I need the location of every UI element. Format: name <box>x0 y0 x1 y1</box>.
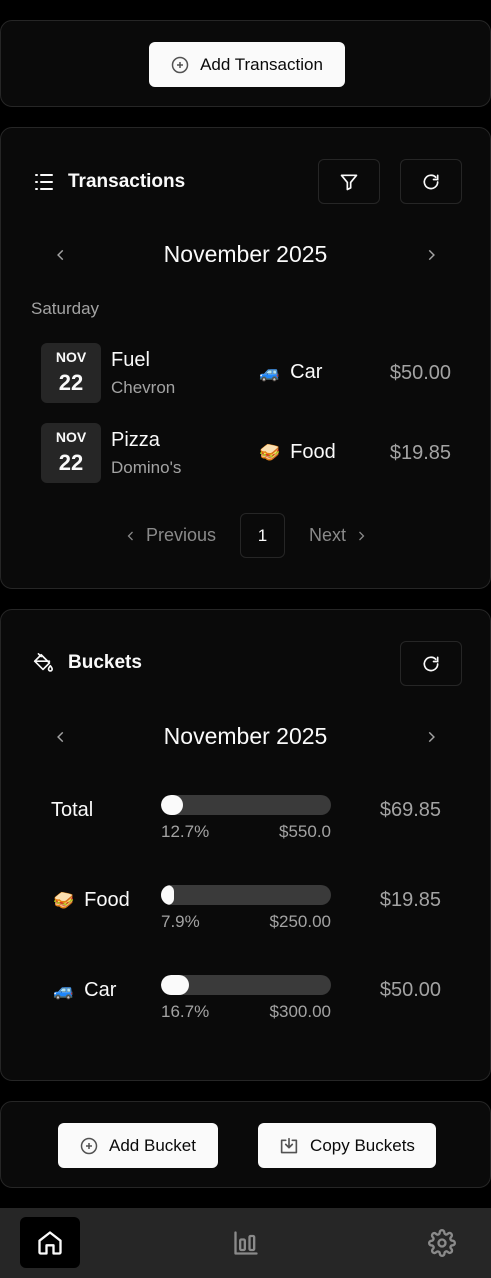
transactions-header: Transactions <box>34 171 185 193</box>
car-icon: 🚙 <box>53 980 75 1000</box>
transaction-category-label: Car <box>290 361 323 383</box>
import-icon <box>280 1137 298 1153</box>
settings-icon <box>428 1228 456 1257</box>
bucket-progress-track <box>161 885 331 905</box>
add-bucket-button[interactable]: Add Bucket <box>58 1123 218 1168</box>
transaction-category: 🚙 Car <box>259 361 322 384</box>
bucket-spent: $19.85 <box>379 889 441 911</box>
transaction-merchant: Domino's <box>111 458 182 477</box>
next-page-label: Next <box>309 525 347 545</box>
bucket-name-label: Car <box>84 979 117 1001</box>
plus-circle-icon <box>80 1137 98 1154</box>
transaction-row[interactable]: NOV 22 Pizza Domino's 🥪 Food $19.85 <box>41 423 451 483</box>
refresh-transactions-button[interactable] <box>400 159 462 204</box>
list-icon <box>35 174 53 190</box>
bucket-name: Total <box>51 799 93 822</box>
bucket-name-label: Food <box>84 889 130 911</box>
date-badge-day: 22 <box>58 450 84 475</box>
transaction-category-label: Food <box>290 441 336 463</box>
chevron-left-icon <box>57 731 64 743</box>
transaction-category: 🥪 Food <box>259 441 336 464</box>
transactions-month-label: November 2025 <box>163 241 328 267</box>
buckets-month-label: November 2025 <box>163 723 328 749</box>
date-badge-month: NOV <box>55 349 87 365</box>
bucket-name-label: Total <box>51 799 94 821</box>
next-month-button[interactable] <box>419 725 443 749</box>
transactions-month-nav: November 2025 <box>0 235 491 275</box>
prev-month-button[interactable] <box>49 725 73 749</box>
chevron-right-icon <box>359 531 365 540</box>
transaction-row[interactable]: NOV 22 Fuel Chevron 🚙 Car $50.00 <box>41 343 451 403</box>
nav-settings[interactable] <box>412 1217 472 1268</box>
chevron-left-icon <box>127 531 133 540</box>
copy-buckets-button[interactable]: Copy Buckets <box>258 1123 436 1168</box>
refresh-icon <box>423 173 439 189</box>
bucket-actions-card: Add Bucket Copy Buckets <box>0 1101 491 1188</box>
chevron-right-icon <box>428 249 435 261</box>
chevron-right-icon <box>428 731 435 743</box>
bucket-spent: $50.00 <box>379 979 441 1001</box>
date-badge-day: 22 <box>58 370 84 395</box>
bucket-progress-fill <box>161 975 190 995</box>
refresh-buckets-button[interactable] <box>400 641 462 686</box>
transaction-amount: $50.00 <box>389 362 451 384</box>
current-page-button[interactable]: 1 <box>240 513 285 558</box>
chevron-left-icon <box>57 249 64 261</box>
prev-month-button[interactable] <box>49 243 73 267</box>
transaction-name: Pizza <box>111 429 160 451</box>
bottom-nav <box>0 1208 491 1278</box>
next-page-button[interactable]: Next <box>309 525 367 546</box>
bucket-name: 🚙 Car <box>51 979 116 1002</box>
bucket-progress-fill <box>161 885 175 905</box>
add-transaction-card: Add Transaction <box>0 20 491 107</box>
buckets-title: Buckets <box>68 652 142 673</box>
bucket-budget: $550.0 <box>279 822 331 841</box>
refresh-icon <box>423 655 439 671</box>
bucket-row[interactable]: 🥪 Food 7.9% $250.00 $19.85 <box>0 885 491 945</box>
transaction-merchant: Chevron <box>111 378 176 397</box>
sandwich-icon: 🥪 <box>53 890 75 910</box>
car-icon: 🚙 <box>259 362 281 382</box>
date-badge: NOV 22 <box>41 343 101 403</box>
sandwich-icon: 🥪 <box>259 442 281 462</box>
day-group-label: Saturday <box>31 299 100 318</box>
bucket-budget: $300.00 <box>269 1002 331 1021</box>
date-badge-month: NOV <box>55 429 87 445</box>
transactions-title: Transactions <box>68 171 186 192</box>
bucket-budget: $250.00 <box>269 912 331 931</box>
copy-buckets-label: Copy Buckets <box>310 1135 415 1155</box>
transaction-name: Fuel <box>111 349 150 371</box>
bucket-spent: $69.85 <box>379 799 441 821</box>
buckets-month-nav: November 2025 <box>0 717 491 757</box>
add-transaction-label: Add Transaction <box>200 54 323 74</box>
bucket-row[interactable]: 🚙 Car 16.7% $300.00 $50.00 <box>0 975 491 1035</box>
bucket-row[interactable]: Total 12.7% $550.0 $69.85 <box>0 795 491 855</box>
filter-button[interactable] <box>318 159 380 204</box>
bucket-name: 🥪 Food <box>51 889 130 912</box>
nav-stats[interactable] <box>216 1217 276 1268</box>
previous-page-button[interactable]: Previous <box>125 525 216 546</box>
bucket-progress-track <box>161 795 331 815</box>
bucket-progress-track <box>161 975 331 995</box>
chart-icon <box>234 1230 258 1255</box>
previous-page-label: Previous <box>146 525 217 545</box>
bucket-progress-fill <box>161 795 183 815</box>
pagination: Previous 1 Next <box>0 513 491 558</box>
paint-bucket-icon <box>33 653 53 672</box>
nav-home[interactable] <box>20 1217 80 1268</box>
add-transaction-button[interactable]: Add Transaction <box>149 42 345 87</box>
next-month-button[interactable] <box>419 243 443 267</box>
home-icon <box>38 1230 62 1255</box>
plus-circle-icon <box>171 56 189 73</box>
date-badge: NOV 22 <box>41 423 101 483</box>
transaction-amount: $19.85 <box>389 442 451 464</box>
filter-icon <box>340 174 358 190</box>
add-bucket-label: Add Bucket <box>109 1135 196 1155</box>
buckets-header: Buckets <box>32 652 142 674</box>
